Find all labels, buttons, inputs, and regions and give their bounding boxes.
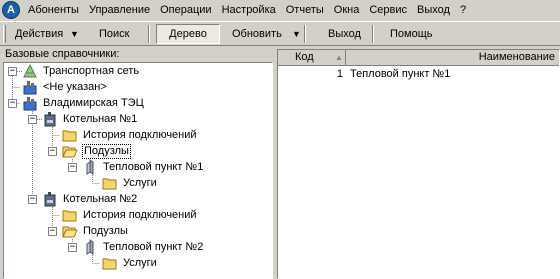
heat-point-icon <box>82 159 98 175</box>
tree-node-transport-network[interactable]: Транспортная сеть <box>22 63 140 79</box>
tree-label: Тепловой пункт №1 <box>103 160 204 173</box>
toolbar-separator <box>148 25 150 43</box>
tree-label: История подключений <box>83 128 197 141</box>
tree-label: Котельная №1 <box>63 112 138 125</box>
menu-exit[interactable]: Выход <box>412 1 455 19</box>
folder-icon <box>62 127 78 143</box>
menu-operations[interactable]: Операции <box>155 1 216 19</box>
refresh-button[interactable]: Обновить <box>232 24 282 44</box>
boiler-icon <box>42 111 58 127</box>
column-header-code[interactable]: Код ▲ <box>278 50 346 65</box>
refresh-dropdown-icon[interactable]: ▼ <box>292 25 301 43</box>
tree-button[interactable]: Дерево <box>156 24 220 44</box>
menu-help[interactable]: ? <box>455 1 471 19</box>
tree-label: Услуги <box>123 256 157 269</box>
tree-label: Владимирская ТЭЦ <box>43 96 144 109</box>
tree-node-services-2[interactable]: Услуги <box>102 255 158 271</box>
heat-point-icon <box>82 239 98 255</box>
collapse-toggle-icon[interactable]: − <box>28 195 37 204</box>
menu-subscribers[interactable]: Абоненты <box>23 1 84 19</box>
grid-header: Код ▲ Наименование <box>278 50 559 66</box>
help-button[interactable]: Помощь <box>390 24 433 44</box>
collapse-toggle-icon[interactable]: − <box>8 67 17 76</box>
tree-node-heat-point-2[interactable]: Тепловой пункт №2 <box>82 239 204 255</box>
menu-service[interactable]: Сервис <box>364 1 412 19</box>
cell-code: 1 <box>336 68 343 80</box>
menu-management[interactable]: Управление <box>84 1 155 19</box>
menu-reports[interactable]: Отчеты <box>281 1 329 19</box>
tree-node-history-1[interactable]: История подключений <box>62 127 198 143</box>
tree-node-substations-2[interactable]: Подузлы <box>62 223 129 239</box>
collapse-toggle-icon[interactable]: − <box>28 115 37 124</box>
actions-button[interactable]: Действия <box>15 24 63 44</box>
tree-node-services-1[interactable]: Услуги <box>102 175 158 191</box>
app-logo-icon: A <box>2 1 20 19</box>
menu-windows[interactable]: Окна <box>329 1 365 19</box>
toolbar-grip[interactable] <box>3 24 6 43</box>
column-header-label: Код <box>295 51 314 63</box>
tree-label: История подключений <box>83 208 197 221</box>
tree-node-vladimir-tec[interactable]: Владимирская ТЭЦ <box>22 95 145 111</box>
menu-settings[interactable]: Настройка <box>217 1 281 19</box>
exit-button[interactable]: Выход <box>328 24 361 44</box>
tree-label: Транспортная сеть <box>43 64 140 77</box>
toolbar-separator <box>372 25 374 43</box>
collapse-toggle-icon[interactable]: − <box>68 243 77 252</box>
left-panel-title: Базовые справочники: <box>5 48 120 60</box>
menu-bar: A Абоненты Управление Операции Настройка… <box>0 0 560 20</box>
toolbar-separator <box>304 25 306 43</box>
collapse-toggle-icon[interactable]: − <box>48 227 57 236</box>
sort-ascending-icon: ▲ <box>335 53 343 62</box>
tree-label-selected: Подузлы <box>82 143 131 159</box>
actions-dropdown-icon[interactable]: ▼ <box>70 25 79 43</box>
tree-node-boiler-1[interactable]: Котельная №1 <box>42 111 138 127</box>
tree-label: Тепловой пункт №2 <box>103 240 204 253</box>
tree-label: Подузлы <box>83 224 128 237</box>
plant-icon <box>22 79 38 95</box>
cell-name: Тепловой пункт №1 <box>350 68 451 80</box>
table-row[interactable]: 1 Тепловой пункт №1 <box>278 67 559 82</box>
column-header-name[interactable]: Наименование <box>346 50 559 65</box>
data-grid[interactable]: Код ▲ Наименование 1 Тепловой пункт №1 <box>277 49 560 279</box>
collapse-toggle-icon[interactable]: − <box>8 99 17 108</box>
folder-icon <box>62 207 78 223</box>
tree-panel[interactable]: − Транспортная сеть <Не указан> − Владим… <box>3 62 273 279</box>
tree-node-boiler-2[interactable]: Котельная №2 <box>42 191 138 207</box>
toolbar: Действия ▼ Поиск Дерево Обновить ▼ Выход… <box>0 21 560 46</box>
tree-node-heat-point-1[interactable]: Тепловой пункт №1 <box>82 159 204 175</box>
plant-icon <box>22 95 38 111</box>
tree-node-substations-1[interactable]: Подузлы <box>62 143 131 159</box>
search-button[interactable]: Поиск <box>99 24 129 44</box>
folder-open-icon <box>62 223 78 239</box>
tree-node-not-specified[interactable]: <Не указан> <box>22 79 108 95</box>
network-icon <box>22 63 38 79</box>
tree-label: Котельная №2 <box>63 192 138 205</box>
collapse-toggle-icon[interactable]: − <box>48 147 57 156</box>
tree-label: <Не указан> <box>43 80 107 93</box>
collapse-toggle-icon[interactable]: − <box>68 163 77 172</box>
folder-icon <box>102 175 118 191</box>
folder-icon <box>102 255 118 271</box>
tree-label: Услуги <box>123 176 157 189</box>
folder-open-icon <box>62 143 78 159</box>
tree-node-history-2[interactable]: История подключений <box>62 207 198 223</box>
boiler-icon <box>42 191 58 207</box>
